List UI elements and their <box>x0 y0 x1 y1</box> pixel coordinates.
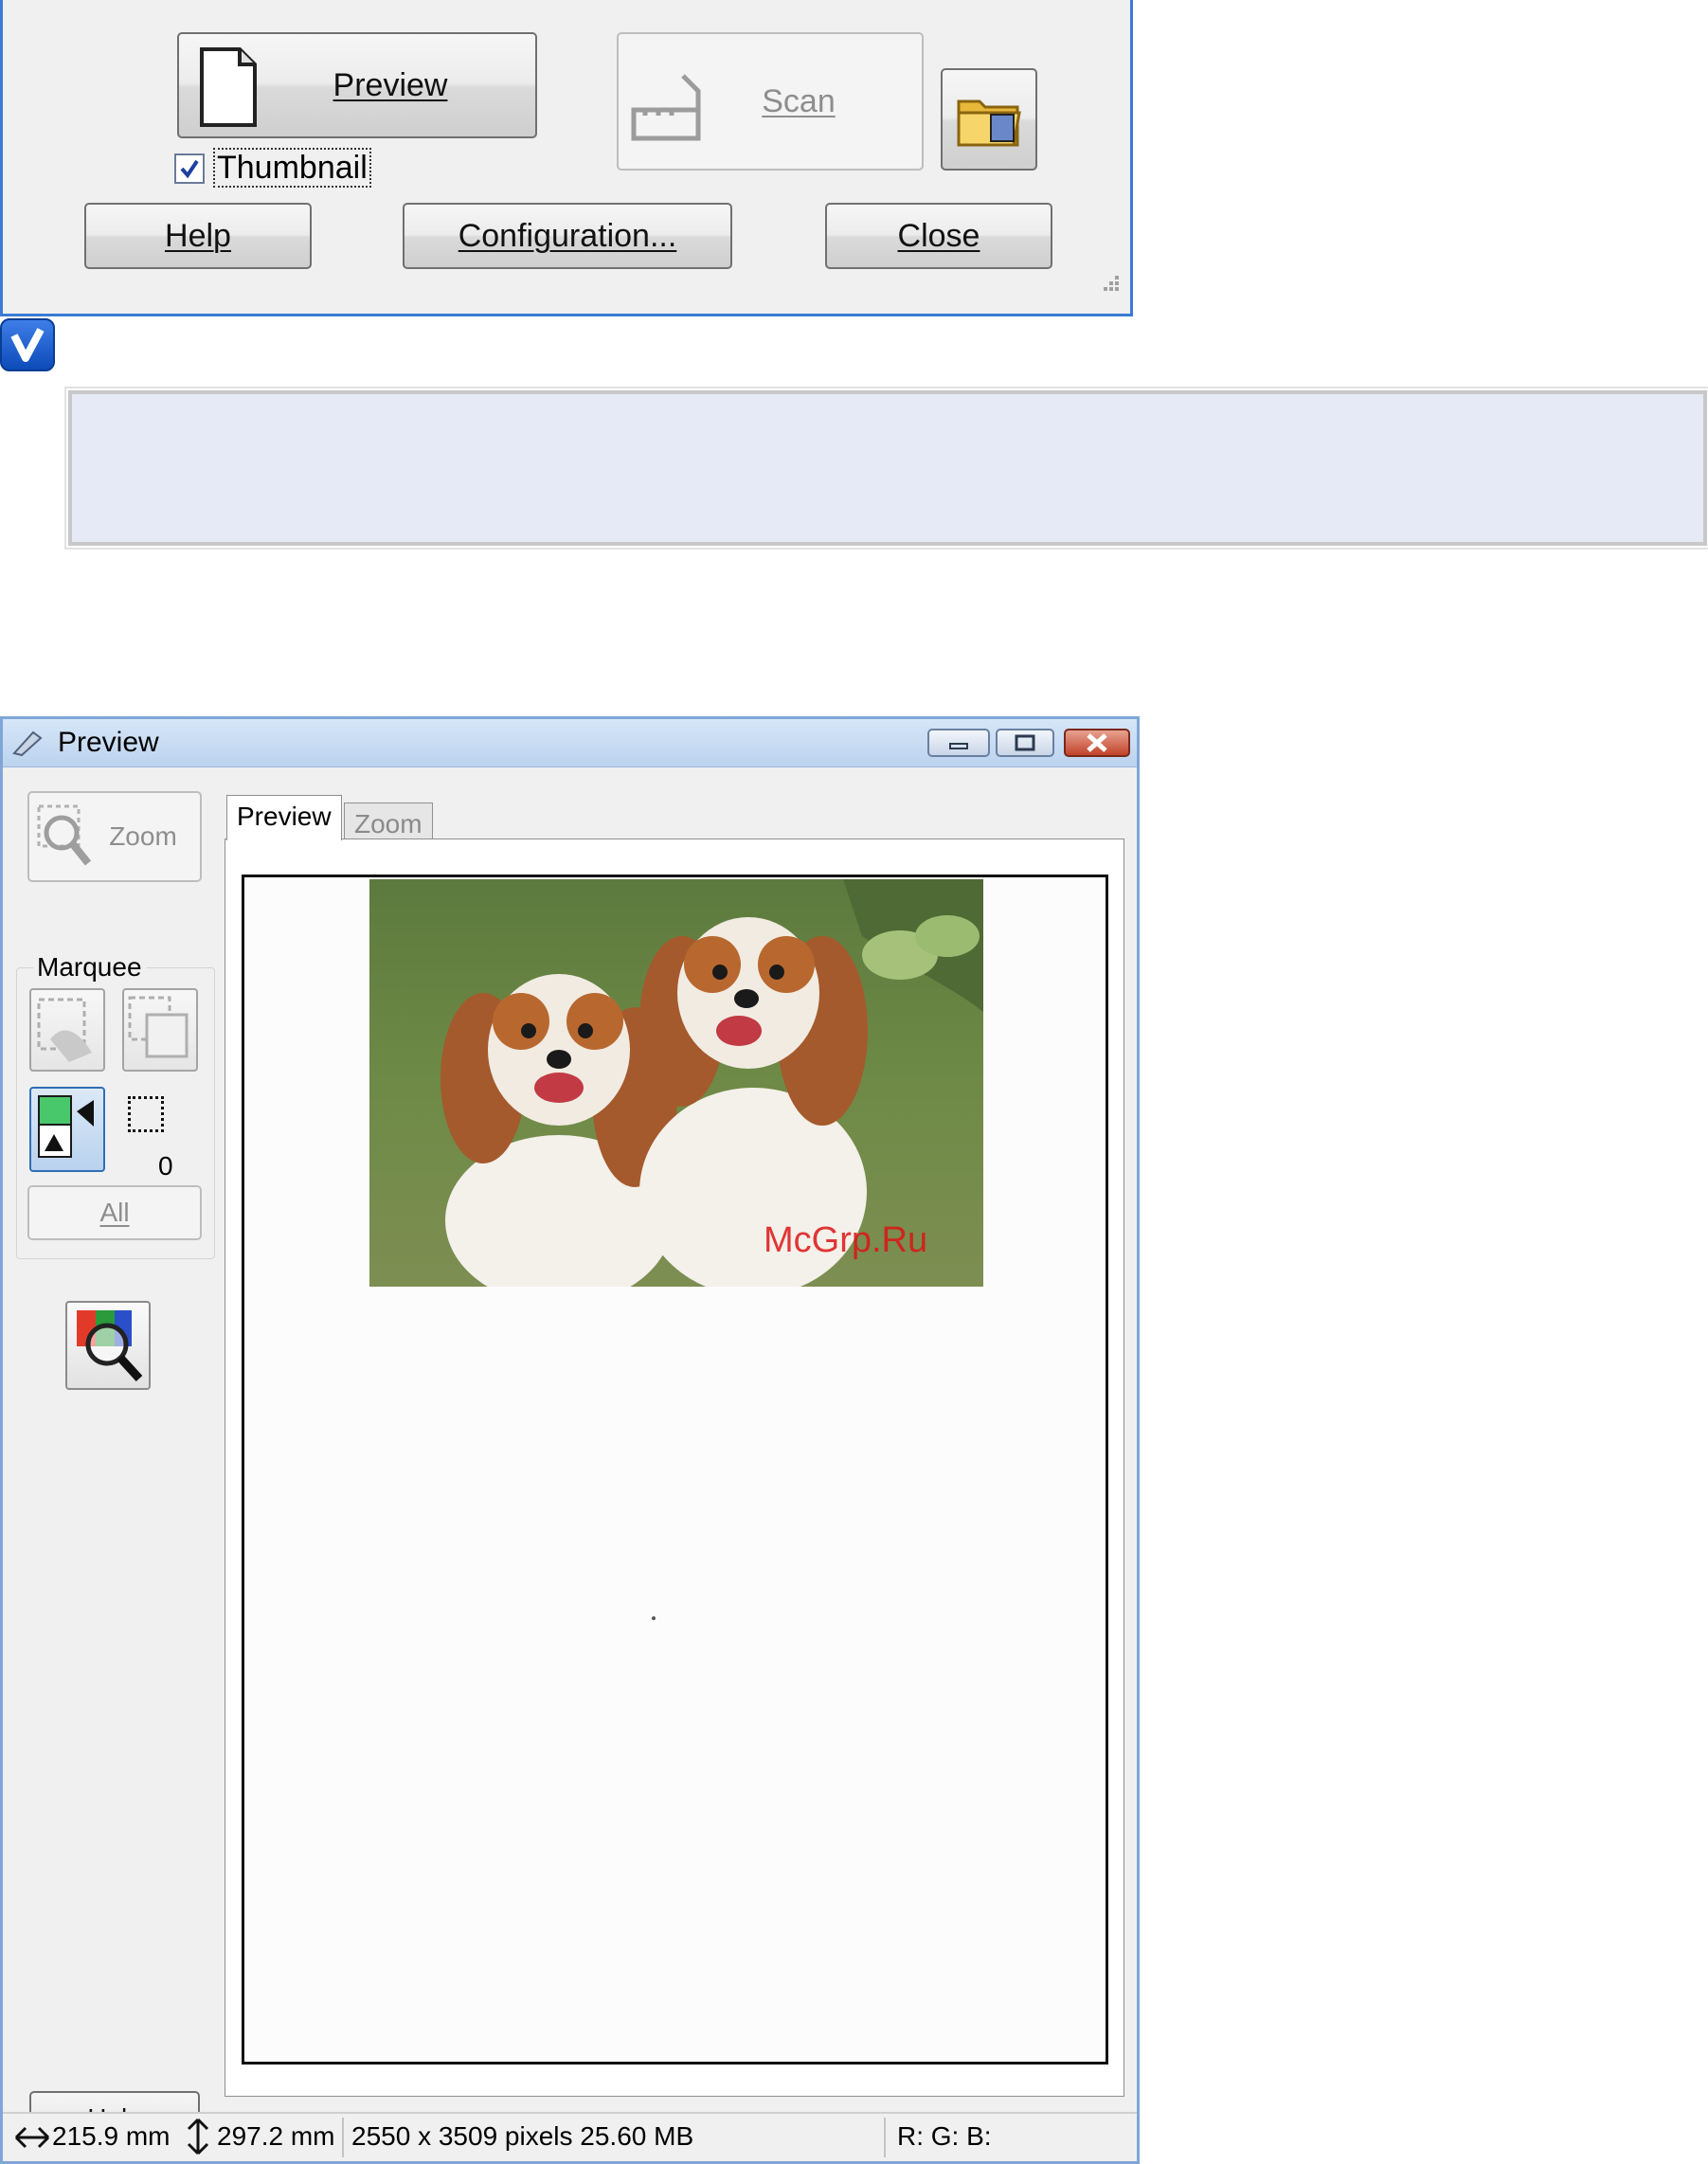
preview-window: Preview Zoom Marquee 0 All Preview Zoom … <box>0 716 1140 2164</box>
status-bar: 215.9 mm 297.2 mm 2550 x 3509 pixels 25.… <box>3 2112 1137 2161</box>
close-icon <box>1087 733 1107 752</box>
duplicate-marquee-button[interactable] <box>122 988 198 1072</box>
tool-panel: Zoom Marquee 0 All <box>16 784 217 2148</box>
close-button[interactable]: Close <box>825 203 1052 269</box>
maximize-icon <box>1015 734 1035 751</box>
configuration-button-label: Configuration... <box>458 217 677 254</box>
thumbnail-checkbox[interactable] <box>174 153 205 184</box>
scan-dialog: Preview Scan Thumbnail Help Configuratio… <box>0 0 1133 316</box>
scanner-app-icon <box>12 730 43 757</box>
rgb-readout: R: G: B: <box>897 2121 992 2151</box>
thumbnail-label[interactable]: Thumbnail <box>213 148 371 188</box>
height-arrow-icon <box>187 2118 209 2155</box>
color-magnifier-icon <box>77 1310 143 1382</box>
scan-height: 297.2 mm <box>217 2121 335 2151</box>
scan-button-label: Scan <box>762 82 836 119</box>
preview-button[interactable]: Preview <box>177 32 537 138</box>
delete-marquee-button[interactable] <box>29 988 105 1072</box>
magnifier-icon <box>37 804 92 866</box>
width-arrow-icon <box>14 2126 50 2149</box>
title-bar[interactable]: Preview <box>3 719 1137 767</box>
scan-button[interactable]: Scan <box>617 32 924 171</box>
scanner-icon <box>631 74 701 141</box>
marquee-count: 0 <box>158 1151 173 1181</box>
resize-grip-icon[interactable] <box>1098 270 1121 293</box>
note-check-icon <box>0 318 55 371</box>
watermark-text: McGrp.Ru <box>764 1220 928 1260</box>
tab-zoom[interactable]: Zoom <box>344 802 433 840</box>
help-button-label: Help <box>165 217 231 254</box>
status-separator <box>342 2118 344 2157</box>
marquee-count-indicator <box>128 1096 164 1132</box>
help-button[interactable]: Help <box>84 203 312 269</box>
duplicate-marquee-icon <box>128 996 189 1058</box>
preview-canvas[interactable]: McGrp.Ru <box>242 875 1108 2065</box>
auto-locate-button[interactable] <box>29 1087 105 1172</box>
close-button-label: Close <box>897 217 980 254</box>
file-save-settings-button[interactable] <box>941 68 1037 171</box>
zoom-button-label: Zoom <box>109 821 177 851</box>
scan-width: 215.9 mm <box>52 2121 171 2151</box>
maximize-button[interactable] <box>996 729 1054 757</box>
image-size-info: 2550 x 3509 pixels 25.60 MB <box>351 2121 694 2151</box>
marquee-label: Marquee <box>33 952 146 983</box>
dust-speck <box>652 1616 656 1620</box>
status-separator <box>884 2118 886 2157</box>
auto-locate-icon <box>38 1095 94 1158</box>
minimize-button[interactable] <box>927 729 990 757</box>
checkmark-icon <box>180 159 199 179</box>
minimize-icon <box>949 743 968 749</box>
document-icon <box>200 47 257 127</box>
window-title: Preview <box>58 727 159 758</box>
all-button-label: All <box>99 1198 130 1227</box>
preview-button-label: Preview <box>333 66 448 103</box>
zoom-button[interactable]: Zoom <box>27 791 202 882</box>
folder-icon <box>957 99 1021 147</box>
tab-preview[interactable]: Preview <box>226 795 342 840</box>
all-button[interactable]: All <box>27 1185 202 1240</box>
close-window-button[interactable] <box>1064 729 1130 757</box>
note-box <box>64 387 1708 550</box>
configuration-button[interactable]: Configuration... <box>403 203 732 269</box>
delete-marquee-icon <box>37 998 92 1062</box>
image-adjustment-button[interactable] <box>65 1301 151 1390</box>
